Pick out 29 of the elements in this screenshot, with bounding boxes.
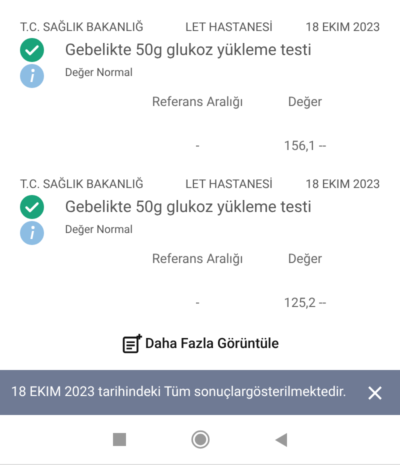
check-icon [20,38,44,62]
status-text: Değer Normal [65,222,133,238]
info-icon [20,64,44,88]
add-list-icon [121,333,144,355]
result-date: 18 EKIM 2023 [305,176,380,193]
column-header: Değer [286,94,324,112]
institution-name: LET HASTANESİ [185,176,273,193]
table-cell-text: 156,1 -- [282,138,328,156]
institution-name: T.C. SAĞLIK BAKANLIĞ [20,176,144,193]
info-icon [20,221,44,245]
snackbar-message: 18 EKIM 2023 tarihindeki Tüm sonuçlargösterilmektedir. [11,383,348,402]
close-icon [367,384,383,400]
institution-name: LET HASTANESİ [185,19,273,36]
more-button[interactable]: Daha Fazla Görüntüle [121,332,279,356]
column-header: Referans Aralığı [150,94,244,112]
test-name: Gebelikte 50g glukoz yükleme testi [65,196,312,218]
table-cell-text: - [194,138,200,156]
institution-name: T.C. SAĞLIK BAKANLIĞ [20,19,144,36]
status-text: Değer Normal [65,64,133,81]
table-cell-text: - [194,294,200,312]
result-date: 18 EKIM 2023 [305,19,380,36]
home-icon[interactable] [190,430,210,449]
test-name: Gebelikte 50g glukoz yükleme testi [65,39,312,61]
table-cell-text: 125,2 -- [282,294,328,312]
column-header: Değer [286,251,324,269]
check-icon [20,195,44,219]
back-icon[interactable] [275,432,288,446]
recents-icon[interactable] [112,433,126,446]
column-header: Referans Aralığı [150,251,244,269]
